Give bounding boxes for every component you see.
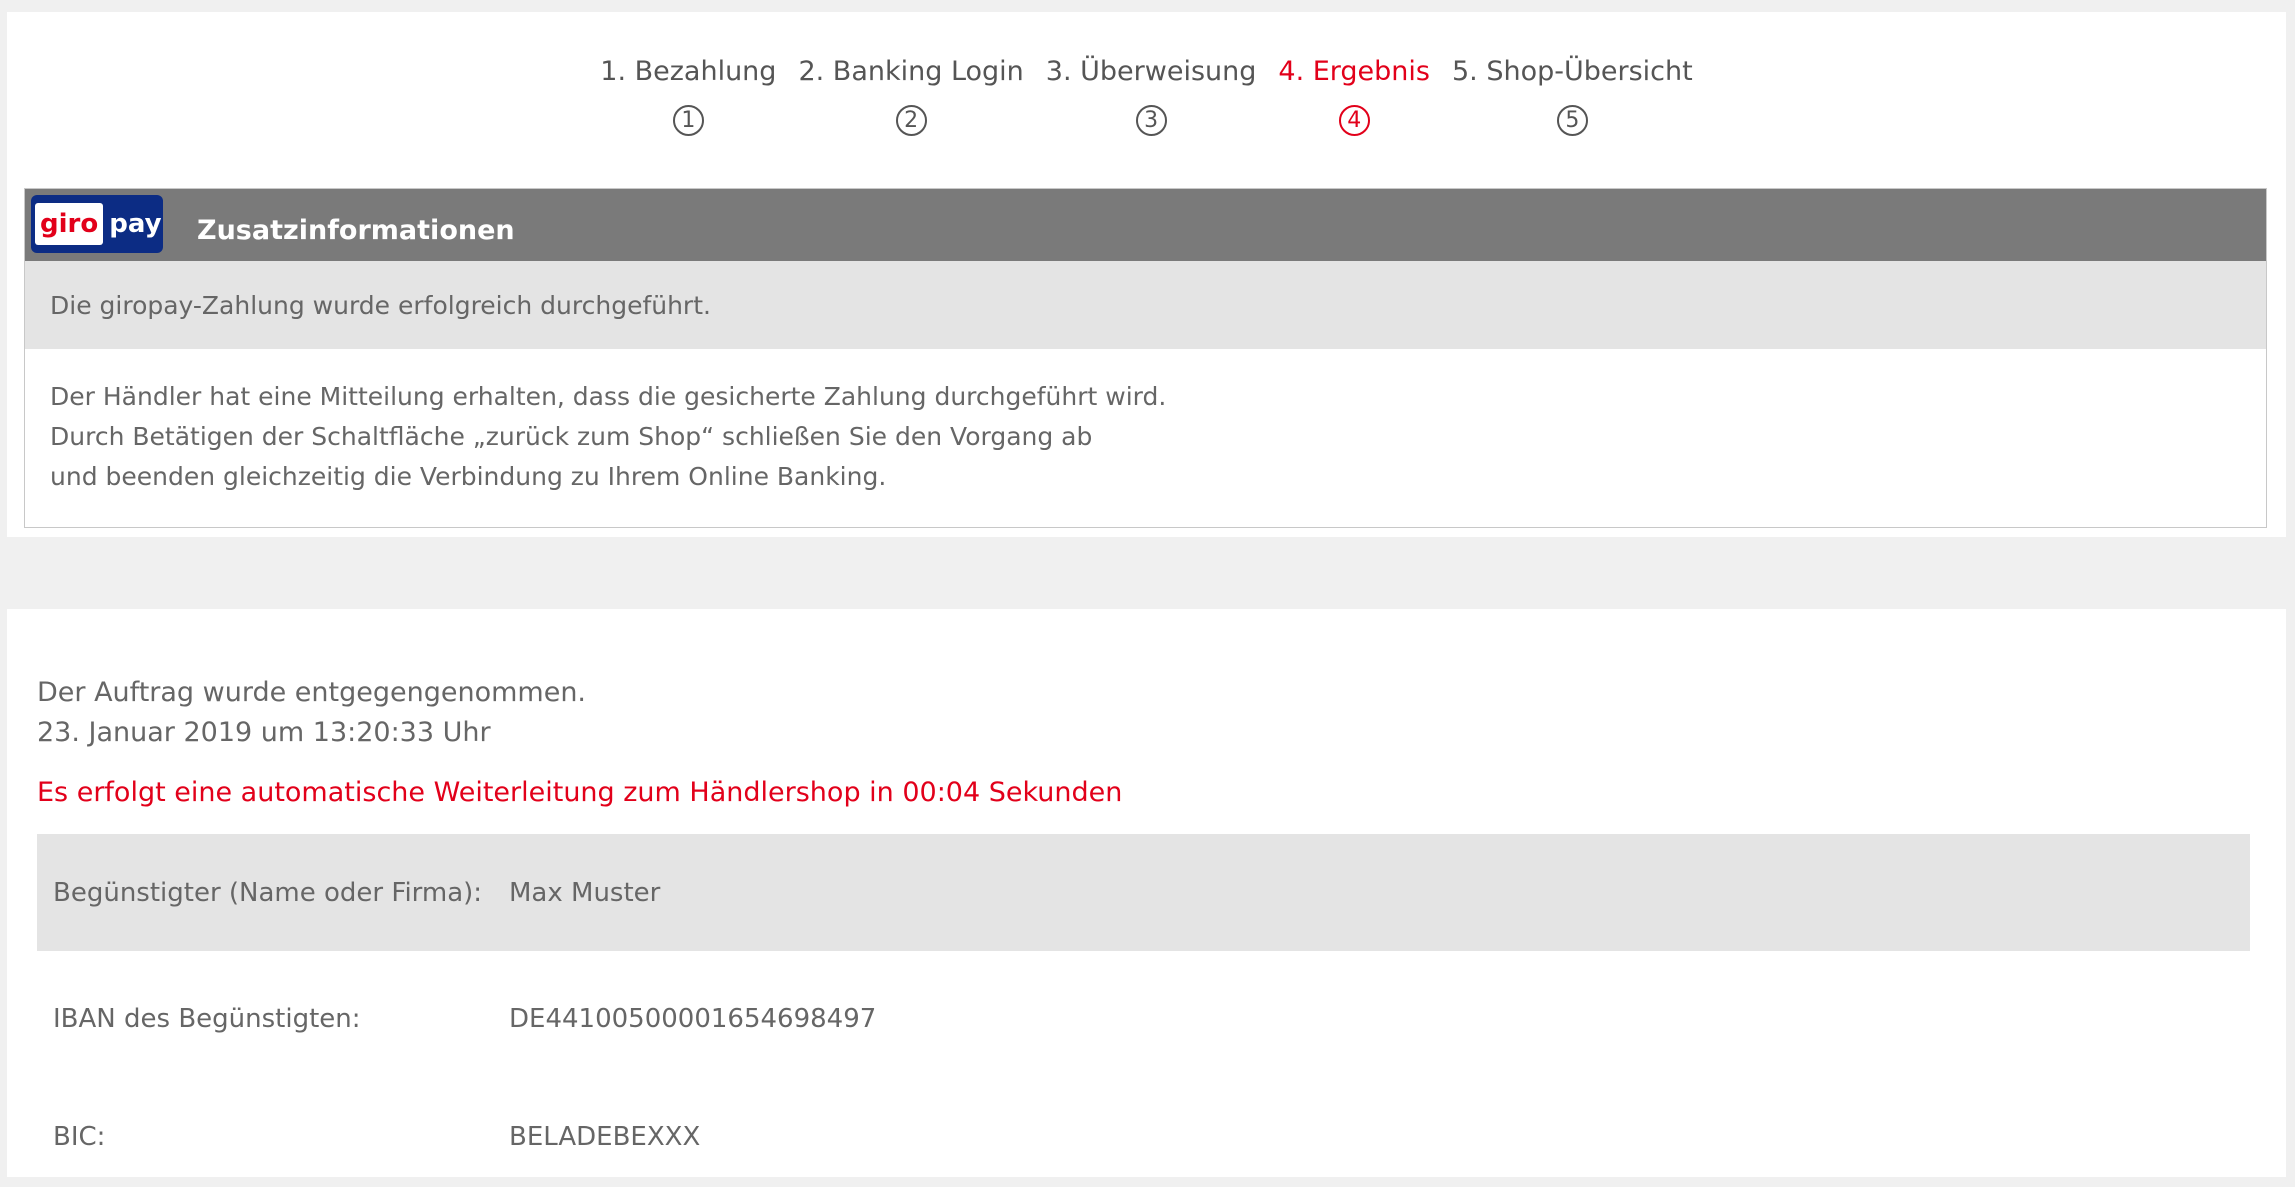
step-label: 1. Bezahlung (600, 56, 777, 87)
step-4-current: 4. Ergebnis 4 (1278, 56, 1430, 136)
order-timestamp: 23. Januar 2019 um 13:20:33 Uhr (37, 717, 491, 748)
detail-row-iban: IBAN des Begünstigten: DE441005000016546… (37, 951, 2250, 1087)
detail-label: Begünstigter (Name oder Firma): (53, 877, 483, 908)
step-label: 5. Shop-Übersicht (1452, 56, 1693, 87)
detail-label: BIC: (53, 1122, 106, 1152)
detail-value: DE44100500001654698497 (509, 1004, 877, 1034)
order-card: Der Auftrag wurde entgegengenommen. 23. … (7, 609, 2286, 1177)
detail-value: BELADEBEXXX (509, 1122, 701, 1152)
logo-pay-text: pay (109, 209, 162, 239)
redirect-countdown: Es erfolgt eine automatische Weiterleitu… (37, 777, 1123, 808)
step-label: 2. Banking Login (798, 56, 1024, 87)
step-label: 4. Ergebnis (1278, 56, 1430, 87)
info-body-line: Der Händler hat eine Mitteilung erhalten… (50, 382, 1167, 411)
info-header: giro pay Zusatzinformationen (25, 189, 2266, 261)
payment-status-message: Die giropay-Zahlung wurde erfolgreich du… (25, 261, 2266, 349)
step-number: 4 (1338, 105, 1370, 136)
step-number: 3 (1135, 105, 1167, 136)
step-1: 1. Bezahlung 1 (600, 56, 776, 136)
step-number: 5 (1556, 105, 1588, 136)
info-panel: giro pay Zusatzinformationen Die giropay… (24, 188, 2267, 528)
step-label: 3. Überweisung (1045, 56, 1257, 87)
step-number: 2 (895, 105, 927, 136)
info-body-line: Durch Betätigen der Schaltfläche „zurück… (50, 422, 1093, 451)
logo-giro-text: giro (35, 203, 104, 245)
detail-label: IBAN des Begünstigten: (53, 1004, 361, 1034)
step-number: 1 (672, 105, 704, 136)
step-3: 3. Überweisung 3 (1045, 56, 1257, 136)
order-accepted-text: Der Auftrag wurde entgegengenommen. (37, 677, 587, 708)
transfer-details: Begünstigter (Name oder Firma): Max Must… (37, 834, 2250, 1187)
step-5: 5. Shop-Übersicht 5 (1452, 56, 1693, 136)
info-body-line: und beenden gleichzeitig die Verbindung … (50, 462, 887, 491)
info-body: Der Händler hat eine Mitteilung erhalten… (25, 349, 2266, 497)
detail-value: Max Muster (509, 877, 661, 908)
top-card: 1. Bezahlung 1 2. Banking Login 2 3. Übe… (7, 12, 2286, 537)
info-title: Zusatzinformationen (197, 215, 515, 246)
detail-row-beneficiary: Begünstigter (Name oder Firma): Max Must… (37, 834, 2250, 951)
progress-steps: 1. Bezahlung 1 2. Banking Login 2 3. Übe… (7, 56, 2286, 136)
giropay-logo: giro pay (31, 195, 163, 253)
step-2: 2. Banking Login 2 (798, 56, 1024, 136)
detail-row-bic: BIC: BELADEBEXXX (37, 1087, 2250, 1187)
